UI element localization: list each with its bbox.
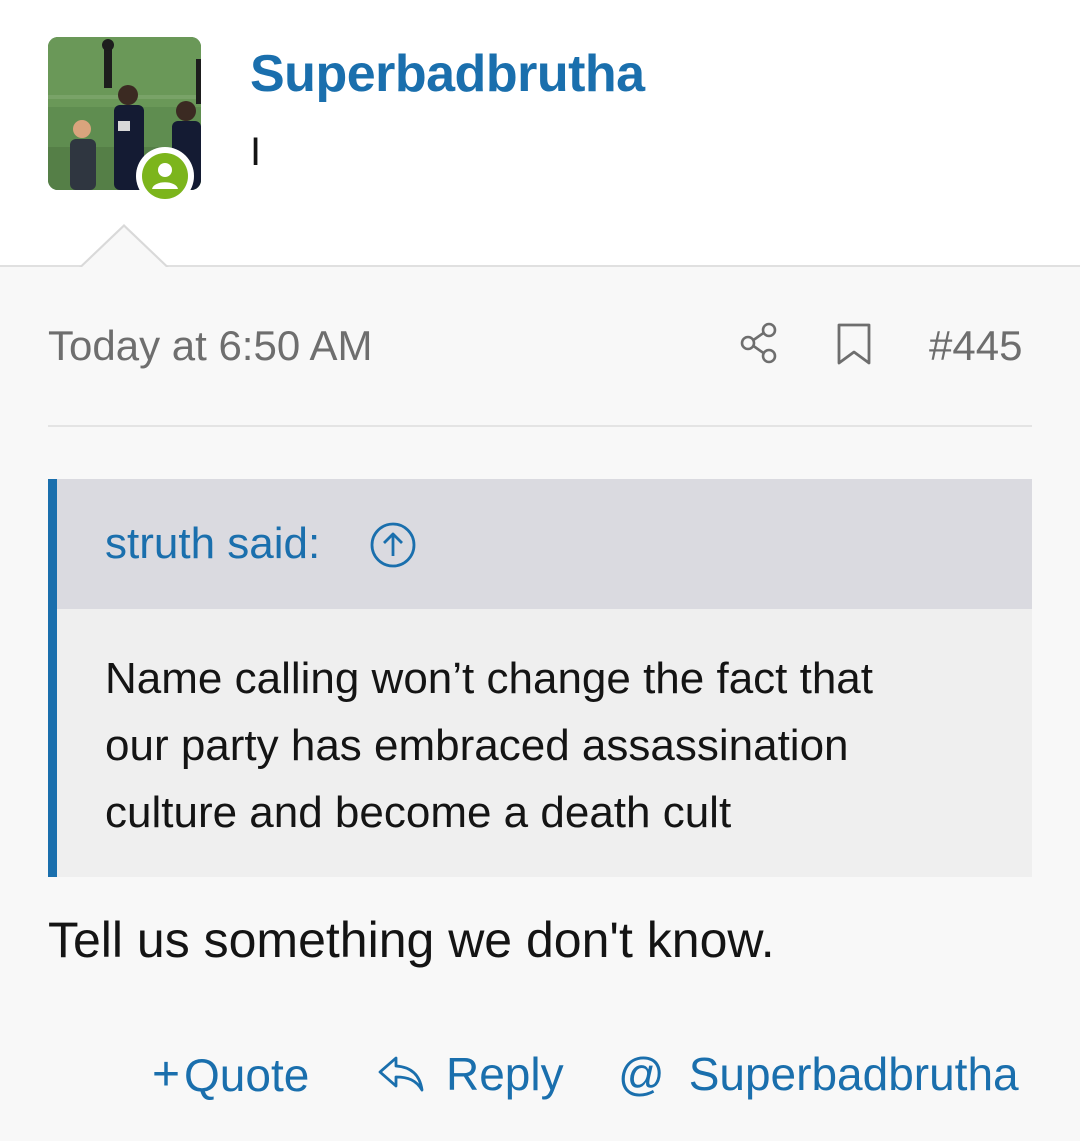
bookmark-icon[interactable] [836,322,872,366]
reply-button-label: Reply [446,1048,564,1100]
post-body: Today at 6:50 AM #445 struth said: Name … [0,267,1080,1141]
quote-text: Name calling won’t change the fact that … [105,645,985,846]
mention-button[interactable]: @ Superbadbrutha [618,1047,1019,1101]
reply-button[interactable]: Reply [376,1047,564,1101]
quote-line: our party has embraced assassination [105,721,849,770]
quote-line: Name calling won’t change the fact that [105,654,874,703]
user-title: I [250,130,262,174]
divider [48,425,1032,427]
at-icon: @ [618,1048,665,1100]
user-icon [152,163,178,189]
share-icon[interactable] [738,321,782,365]
username-link[interactable]: Superbadbrutha [250,44,645,104]
plus-icon: + [152,1048,181,1101]
post-message: Tell us something we don't know. [48,912,775,968]
post-timestamp[interactable]: Today at 6:50 AM [48,322,373,370]
post-pointer-fill [81,227,167,268]
online-status-badge [136,147,194,205]
quote-author-link[interactable]: struth said: [105,519,320,569]
quote-button[interactable]: + Quote [152,1047,309,1102]
quote-block: struth said: Name calling won’t change t… [48,479,1032,877]
quote-line: culture and become a death cult [105,788,732,837]
reply-arrow-icon [378,1056,424,1092]
post-actions: + Quote Reply @ Superbadbrutha [0,1047,1080,1107]
mention-button-label: Superbadbrutha [688,1048,1019,1100]
quote-header: struth said: [57,479,1032,609]
quote-button-label: Quote [184,1048,310,1101]
post-number-link[interactable]: #445 [929,322,1022,370]
arrow-up-circle-icon[interactable] [369,521,417,569]
